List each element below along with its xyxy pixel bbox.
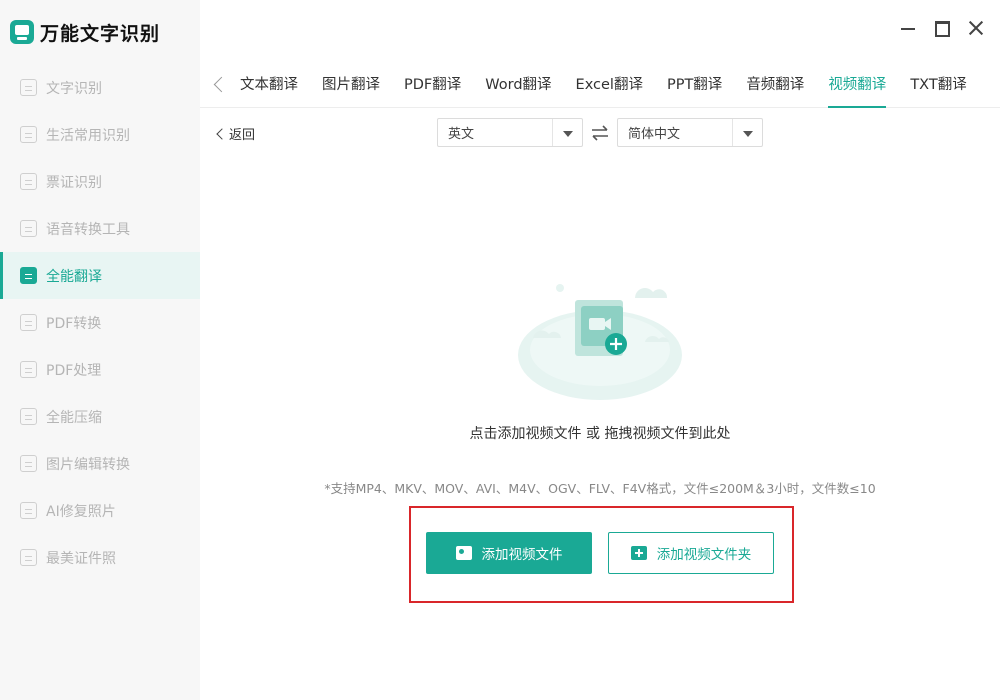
sidebar-item-text-recognition[interactable]: 文字识别 bbox=[0, 64, 200, 111]
video-upload-illustration-icon[interactable] bbox=[515, 270, 685, 405]
add-video-file-button[interactable]: 添加视频文件 bbox=[426, 532, 592, 574]
translate-icon bbox=[20, 267, 37, 284]
pdf-icon bbox=[20, 314, 37, 331]
pdf-icon bbox=[20, 361, 37, 378]
sidebar-item-label: 全能翻译 bbox=[46, 268, 102, 285]
image-icon bbox=[20, 455, 37, 472]
back-label: 返回 bbox=[229, 128, 256, 143]
sidebar-nav: 文字识别 生活常用识别 票证识别 语音转换工具 全能翻译 PDF转换 PDF处理 bbox=[0, 64, 200, 581]
sidebar-item-image-edit[interactable]: 图片编辑转换 bbox=[0, 440, 200, 487]
sidebar: 万能文字识别 文字识别 生活常用识别 票证识别 语音转换工具 全能翻译 PDF转… bbox=[0, 0, 200, 700]
sidebar-item-pdf-process[interactable]: PDF处理 bbox=[0, 346, 200, 393]
sidebar-item-label: 语音转换工具 bbox=[46, 221, 130, 238]
add-video-folder-button[interactable]: 添加视频文件夹 bbox=[608, 532, 774, 574]
minimize-icon[interactable] bbox=[900, 20, 916, 36]
supported-formats-note: *支持MP4、MKV、MOV、AVI、M4V、OGV、FLV、F4V格式，文件≤… bbox=[324, 481, 876, 496]
source-language-select[interactable]: 英文 bbox=[437, 118, 583, 147]
close-icon[interactable] bbox=[968, 20, 984, 36]
tabs-scroll-left-icon[interactable] bbox=[200, 64, 240, 108]
folder-plus-icon bbox=[630, 546, 647, 560]
translate-tabs: 文本翻译 图片翻译 PDF翻译 Word翻译 Excel翻译 PPT翻译 音频翻… bbox=[200, 64, 1000, 108]
tab-txt-translate[interactable]: TXT翻译 bbox=[910, 64, 966, 108]
app-title: 万能文字识别 bbox=[40, 22, 161, 45]
id-card-icon bbox=[20, 173, 37, 190]
tab-audio-translate[interactable]: 音频翻译 bbox=[746, 64, 804, 108]
tab-ppt-translate[interactable]: PPT翻译 bbox=[667, 64, 722, 108]
sidebar-item-ai-photo-repair[interactable]: AI修复照片 bbox=[0, 487, 200, 534]
sidebar-item-ticket-recognition[interactable]: 票证识别 bbox=[0, 158, 200, 205]
compress-icon bbox=[20, 408, 37, 425]
sidebar-item-label: 图片编辑转换 bbox=[46, 456, 130, 473]
tab-video-translate[interactable]: 视频翻译 bbox=[828, 64, 887, 108]
brand: 万能文字识别 bbox=[0, 0, 200, 64]
scan-icon bbox=[20, 126, 37, 143]
sidebar-item-pdf-convert[interactable]: PDF转换 bbox=[0, 299, 200, 346]
sidebar-item-label: 生活常用识别 bbox=[46, 127, 130, 144]
chevron-down-icon bbox=[552, 119, 582, 146]
add-video-folder-label: 添加视频文件夹 bbox=[656, 547, 752, 563]
chevron-down-icon bbox=[732, 119, 762, 146]
sidebar-item-compress[interactable]: 全能压缩 bbox=[0, 393, 200, 440]
tab-image-translate[interactable]: 图片翻译 bbox=[322, 64, 380, 108]
sidebar-item-voice-tools[interactable]: 语音转换工具 bbox=[0, 205, 200, 252]
sidebar-item-label: AI修复照片 bbox=[46, 503, 116, 520]
upload-hint: 点击添加视频文件 或 拖拽视频文件到此处 bbox=[469, 426, 731, 442]
sidebar-item-daily-recognition[interactable]: 生活常用识别 bbox=[0, 111, 200, 158]
source-language-value: 英文 bbox=[448, 127, 475, 142]
add-video-file-label: 添加视频文件 bbox=[481, 547, 563, 563]
target-language-select[interactable]: 简体中文 bbox=[617, 118, 763, 147]
sidebar-item-label: 全能压缩 bbox=[46, 409, 102, 426]
tab-word-translate[interactable]: Word翻译 bbox=[485, 64, 551, 108]
id-photo-icon bbox=[20, 549, 37, 566]
sidebar-item-label: PDF转换 bbox=[46, 315, 102, 332]
swap-languages-icon[interactable] bbox=[590, 124, 610, 142]
tab-pdf-translate[interactable]: PDF翻译 bbox=[404, 64, 461, 108]
scan-icon bbox=[20, 79, 37, 96]
tab-text-translate[interactable]: 文本翻译 bbox=[240, 64, 298, 108]
chevron-left-icon bbox=[216, 127, 228, 140]
photo-repair-icon bbox=[20, 502, 37, 519]
video-file-icon bbox=[455, 546, 472, 560]
back-button[interactable]: 返回 bbox=[215, 124, 255, 143]
sidebar-item-label: 票证识别 bbox=[46, 174, 102, 191]
sidebar-item-label: 最美证件照 bbox=[46, 550, 116, 567]
sidebar-item-label: 文字识别 bbox=[46, 80, 102, 97]
app-logo-icon bbox=[10, 20, 34, 44]
maximize-icon[interactable] bbox=[934, 20, 950, 37]
tab-excel-translate[interactable]: Excel翻译 bbox=[576, 64, 643, 108]
target-language-value: 简体中文 bbox=[628, 127, 681, 142]
window-controls bbox=[900, 20, 984, 37]
sidebar-item-id-photo[interactable]: 最美证件照 bbox=[0, 534, 200, 581]
sidebar-item-label: PDF处理 bbox=[46, 362, 102, 379]
audio-icon bbox=[20, 220, 37, 237]
sidebar-item-translate[interactable]: 全能翻译 bbox=[0, 252, 200, 299]
